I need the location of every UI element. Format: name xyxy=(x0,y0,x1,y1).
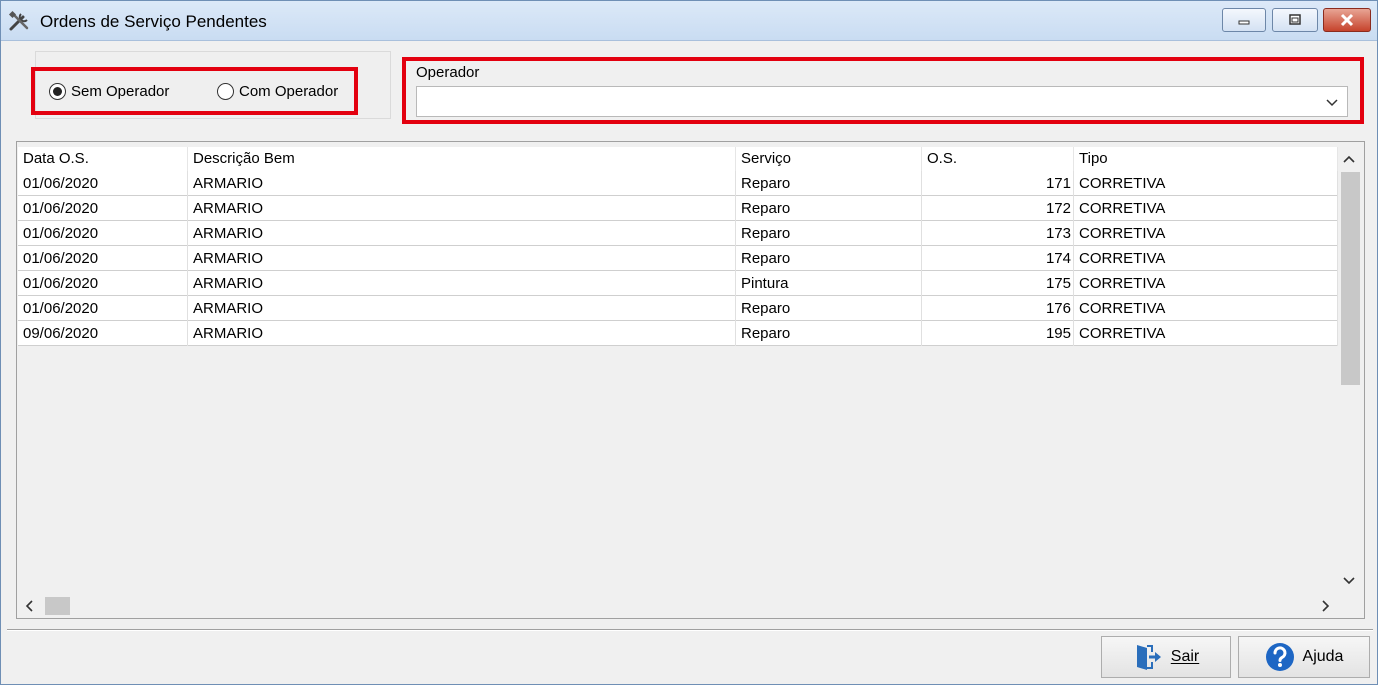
cell-servico[interactable]: Reparo xyxy=(736,171,922,196)
cell-tipo[interactable]: CORRETIVA xyxy=(1074,221,1338,246)
ajuda-button[interactable]: Ajuda xyxy=(1238,636,1370,678)
cell-servico[interactable]: Reparo xyxy=(736,296,922,321)
cell-servico[interactable]: Reparo xyxy=(736,196,922,221)
table-row[interactable]: 01/06/2020 ARMARIO Pintura 175 CORRETIVA xyxy=(18,271,1338,296)
chevron-up-icon[interactable] xyxy=(1342,153,1356,167)
cell-data[interactable]: 01/06/2020 xyxy=(18,196,188,221)
cell-tipo[interactable]: CORRETIVA xyxy=(1074,271,1338,296)
minimize-icon xyxy=(1238,20,1250,25)
vertical-scroll-thumb[interactable] xyxy=(1341,172,1360,385)
minimize-button[interactable] xyxy=(1222,8,1266,32)
cell-os[interactable]: 195 xyxy=(922,321,1074,346)
cell-descricao[interactable]: ARMARIO xyxy=(188,296,736,321)
cell-servico[interactable]: Reparo xyxy=(736,221,922,246)
cell-os[interactable]: 173 xyxy=(922,221,1074,246)
cell-descricao[interactable]: ARMARIO xyxy=(188,221,736,246)
cell-descricao[interactable]: ARMARIO xyxy=(188,171,736,196)
cell-tipo[interactable]: CORRETIVA xyxy=(1074,196,1338,221)
window-title: Ordens de Serviço Pendentes xyxy=(40,12,267,31)
ajuda-label: Ajuda xyxy=(1302,648,1344,665)
cell-tipo[interactable]: CORRETIVA xyxy=(1074,246,1338,271)
grid-header: Data O.S. Descrição Bem Serviço O.S. Tip… xyxy=(18,147,1338,171)
chevron-left-icon[interactable] xyxy=(23,599,37,613)
horizontal-scrollbar[interactable] xyxy=(18,595,1338,617)
cell-descricao[interactable]: ARMARIO xyxy=(188,196,736,221)
cell-descricao[interactable]: ARMARIO xyxy=(188,321,736,346)
main-window: Ordens de Serviço Pendentes Sem Operador… xyxy=(0,0,1378,685)
restore-button[interactable] xyxy=(1272,8,1318,32)
cell-tipo[interactable]: CORRETIVA xyxy=(1074,321,1338,346)
table-row[interactable]: 01/06/2020 ARMARIO Reparo 173 CORRETIVA xyxy=(18,221,1338,246)
cell-tipo[interactable]: CORRETIVA xyxy=(1074,296,1338,321)
cell-servico[interactable]: Reparo xyxy=(736,321,922,346)
column-header-os[interactable]: O.S. xyxy=(922,147,1074,171)
chevron-down-icon[interactable] xyxy=(1342,573,1356,587)
highlight-operador-box xyxy=(402,57,1364,124)
cell-data[interactable]: 01/06/2020 xyxy=(18,296,188,321)
table-row[interactable]: 01/06/2020 ARMARIO Reparo 171 CORRETIVA xyxy=(18,171,1338,196)
cell-data[interactable]: 09/06/2020 xyxy=(18,321,188,346)
cell-os[interactable]: 172 xyxy=(922,196,1074,221)
grid-rows: 01/06/2020 ARMARIO Reparo 171 CORRETIVA … xyxy=(18,171,1338,346)
close-button[interactable] xyxy=(1323,8,1371,32)
cell-descricao[interactable]: ARMARIO xyxy=(188,246,736,271)
column-header-descricao[interactable]: Descrição Bem xyxy=(188,147,736,171)
cell-data[interactable]: 01/06/2020 xyxy=(18,271,188,296)
cell-servico[interactable]: Pintura xyxy=(736,271,922,296)
column-header-tipo[interactable]: Tipo xyxy=(1074,147,1338,171)
cell-os[interactable]: 171 xyxy=(922,171,1074,196)
vertical-scrollbar[interactable] xyxy=(1338,147,1361,594)
close-icon xyxy=(1340,13,1354,27)
footer-divider xyxy=(7,629,1373,631)
table-row[interactable]: 09/06/2020 ARMARIO Reparo 195 CORRETIVA xyxy=(18,321,1338,346)
tools-icon xyxy=(8,10,29,31)
horizontal-scroll-thumb[interactable] xyxy=(45,597,70,615)
table-row[interactable]: 01/06/2020 ARMARIO Reparo 172 CORRETIVA xyxy=(18,196,1338,221)
cell-tipo[interactable]: CORRETIVA xyxy=(1074,171,1338,196)
sair-label: Sair xyxy=(1170,648,1200,665)
cell-data[interactable]: 01/06/2020 xyxy=(18,246,188,271)
cell-descricao[interactable]: ARMARIO xyxy=(188,271,736,296)
restore-icon xyxy=(1289,14,1301,25)
exit-door-icon xyxy=(1136,645,1161,670)
cell-os[interactable]: 176 xyxy=(922,296,1074,321)
title-bar[interactable]: Ordens de Serviço Pendentes xyxy=(1,1,1377,41)
column-header-data[interactable]: Data O.S. xyxy=(18,147,188,171)
cell-os[interactable]: 174 xyxy=(922,246,1074,271)
cell-os[interactable]: 175 xyxy=(922,271,1074,296)
chevron-right-icon[interactable] xyxy=(1318,599,1332,613)
help-icon xyxy=(1265,643,1294,671)
cell-data[interactable]: 01/06/2020 xyxy=(18,171,188,196)
cell-servico[interactable]: Reparo xyxy=(736,246,922,271)
table-row[interactable]: 01/06/2020 ARMARIO Reparo 174 CORRETIVA xyxy=(18,246,1338,271)
highlight-radio-box xyxy=(31,67,358,115)
orders-grid[interactable]: Data O.S. Descrição Bem Serviço O.S. Tip… xyxy=(16,141,1365,619)
sair-button[interactable]: Sair xyxy=(1101,636,1231,678)
column-header-servico[interactable]: Serviço xyxy=(736,147,922,171)
table-row[interactable]: 01/06/2020 ARMARIO Reparo 176 CORRETIVA xyxy=(18,296,1338,321)
cell-data[interactable]: 01/06/2020 xyxy=(18,221,188,246)
